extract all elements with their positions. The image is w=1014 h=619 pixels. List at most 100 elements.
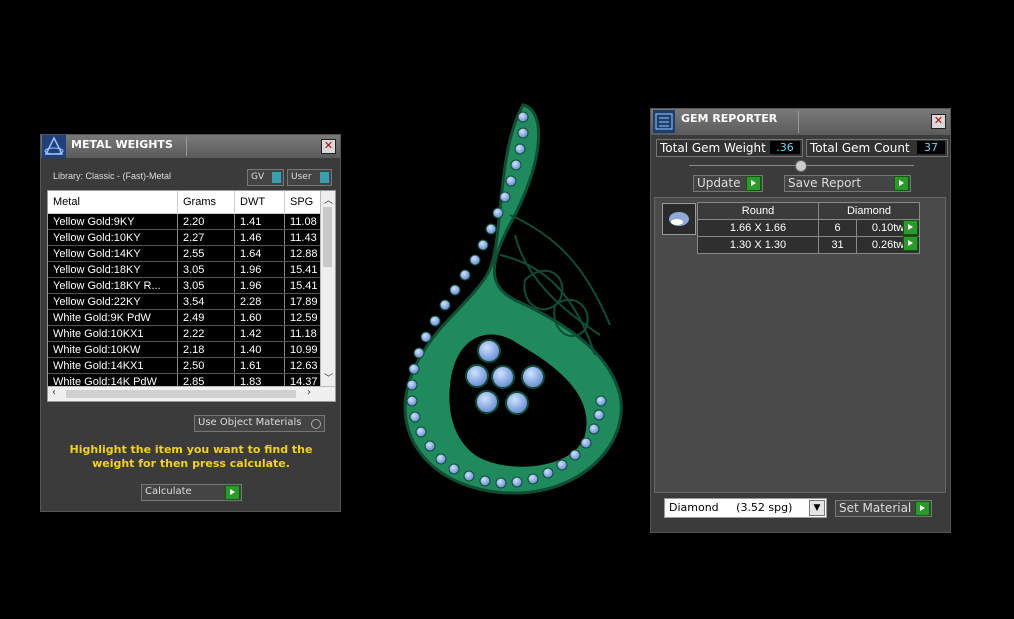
cell-dwt: 1.40 xyxy=(234,341,285,358)
total-gem-count-value: 37 xyxy=(917,141,945,154)
gem-report-table: Round Diamond 1.66 X 1.66 6 0.10tw 1.30 … xyxy=(697,202,920,254)
cell-grams: 2.27 xyxy=(177,229,235,246)
gem-table-header-row: Round Diamond xyxy=(697,202,920,220)
update-label: Update xyxy=(697,176,741,190)
scroll-right-icon[interactable]: › xyxy=(307,387,311,398)
total-gem-weight-label: Total Gem Weight xyxy=(660,141,766,155)
cell-metal: Yellow Gold:14KY xyxy=(48,245,178,262)
table-row[interactable]: Yellow Gold:9KY 2.20 1.41 11.08 xyxy=(48,213,326,230)
use-object-materials-toggle[interactable]: Use Object Materials xyxy=(194,415,325,432)
scroll-up-icon[interactable]: ︿ xyxy=(324,193,333,206)
cell-grams: 3.05 xyxy=(177,261,235,278)
column-header-metal[interactable]: Metal xyxy=(48,191,178,214)
table-row[interactable]: Yellow Gold:18KY 3.05 1.96 15.41 xyxy=(48,261,326,278)
pendant-render[interactable] xyxy=(395,95,640,505)
gem-reporter-panel: GEM REPORTER ✕ Total Gem Weight .36 Tota… xyxy=(650,108,951,533)
table-row[interactable]: White Gold:14KX1 2.50 1.61 12.63 xyxy=(48,357,326,374)
cell-grams: 2.50 xyxy=(177,357,235,374)
user-label: User xyxy=(291,172,312,182)
cell-metal: Yellow Gold:18KY xyxy=(48,261,178,278)
material-header: Diamond xyxy=(818,202,920,220)
calculate-go-icon[interactable] xyxy=(225,485,240,500)
update-button[interactable]: Update xyxy=(693,175,763,192)
metal-weights-panel: METAL WEIGHTS ✕ Library: Classic - (Fast… xyxy=(40,134,341,512)
scroll-down-icon[interactable]: ﹀ xyxy=(324,371,333,384)
calculate-label: Calculate xyxy=(145,486,192,497)
metal-weights-titlebar[interactable]: METAL WEIGHTS ✕ xyxy=(41,135,340,158)
gem-row-select-icon[interactable] xyxy=(903,220,918,235)
cell-grams: 2.49 xyxy=(177,309,235,326)
cell-metal: White Gold:9K PdW xyxy=(48,309,178,326)
gem-row-select-icon[interactable] xyxy=(903,236,918,251)
gem-row[interactable]: 1.66 X 1.66 6 0.10tw xyxy=(697,219,920,237)
gv-label: GV xyxy=(251,172,265,182)
gem-count: 6 xyxy=(817,219,858,237)
cell-dwt: 1.96 xyxy=(234,261,285,278)
cell-grams: 2.22 xyxy=(177,325,235,342)
total-gem-count-box: Total Gem Count 37 xyxy=(806,139,948,157)
cell-dwt: 1.96 xyxy=(234,277,285,294)
cell-metal: White Gold:14KX1 xyxy=(48,357,178,374)
set-material-button[interactable]: Set Material xyxy=(835,500,932,517)
save-report-label: Save Report xyxy=(788,176,862,190)
cell-dwt: 1.41 xyxy=(234,213,285,230)
total-gem-weight-value: .36 xyxy=(770,141,800,154)
gem-reporter-close-icon[interactable]: ✕ xyxy=(931,114,946,129)
total-gem-weight-box: Total Gem Weight .36 xyxy=(656,139,803,157)
titlebar-divider xyxy=(186,137,187,156)
table-row[interactable]: Yellow Gold:18KY R... 3.05 1.96 15.41 xyxy=(48,277,326,294)
vertical-scrollbar[interactable]: ︿ ﹀ xyxy=(320,191,335,386)
cell-dwt: 1.60 xyxy=(234,309,285,326)
column-header-dwt[interactable]: DWT xyxy=(234,191,285,214)
library-label: Library: Classic - (Fast)-Metal xyxy=(53,171,172,181)
cell-metal: White Gold:10KW xyxy=(48,341,178,358)
gem-count: 31 xyxy=(817,236,858,254)
column-header-grams[interactable]: Grams xyxy=(177,191,235,214)
gv-indicator-icon xyxy=(272,172,281,183)
vertical-scroll-thumb[interactable] xyxy=(323,207,332,267)
table-row[interactable]: Yellow Gold:14KY 2.55 1.64 12.88 xyxy=(48,245,326,262)
gem-reporter-titlebar[interactable]: GEM REPORTER ✕ xyxy=(651,109,950,135)
gem-weight-value: 0.10tw xyxy=(871,222,905,234)
splitter-handle-icon[interactable] xyxy=(795,160,807,172)
gem-weight-value: 0.26tw xyxy=(871,239,905,251)
radio-icon[interactable] xyxy=(311,419,321,429)
gem-reporter-title: GEM REPORTER xyxy=(681,112,778,125)
cell-dwt: 2.28 xyxy=(234,293,285,310)
table-row[interactable]: White Gold:10KW 2.18 1.40 10.99 xyxy=(48,341,326,358)
cell-metal: Yellow Gold:9KY xyxy=(48,213,178,230)
shape-header: Round xyxy=(697,202,819,220)
use-object-materials-label: Use Object Materials xyxy=(198,417,302,428)
save-report-go-icon[interactable] xyxy=(894,176,909,191)
gv-toggle[interactable]: GV xyxy=(247,169,284,186)
table-row[interactable]: White Gold:9K PdW 2.49 1.60 12.59 xyxy=(48,309,326,326)
cell-metal: Yellow Gold:18KY R... xyxy=(48,277,178,294)
update-go-icon[interactable] xyxy=(746,176,761,191)
table-row[interactable]: Yellow Gold:10KY 2.27 1.46 11.43 xyxy=(48,229,326,246)
set-material-label: Set Material xyxy=(839,501,912,515)
chevron-down-icon[interactable]: ▼ xyxy=(809,500,825,516)
user-toggle[interactable]: User xyxy=(287,169,332,186)
metal-weights-close-icon[interactable]: ✕ xyxy=(321,139,336,154)
gem-row[interactable]: 1.30 X 1.30 31 0.26tw xyxy=(697,236,920,254)
gem-reporter-logo-icon xyxy=(653,110,675,133)
scroll-left-icon[interactable]: ‹ xyxy=(52,387,56,398)
table-row[interactable]: Yellow Gold:22KY 3.54 2.28 17.89 xyxy=(48,293,326,310)
table-header-row: Metal Grams DWT SPG xyxy=(48,191,326,214)
save-report-button[interactable]: Save Report xyxy=(784,175,911,192)
metal-weights-title: METAL WEIGHTS xyxy=(71,138,173,151)
titlebar-divider xyxy=(798,111,799,133)
panel-splitter[interactable] xyxy=(689,160,914,172)
gem-list-area[interactable]: Round Diamond 1.66 X 1.66 6 0.10tw 1.30 … xyxy=(654,197,946,493)
total-gem-count-label: Total Gem Count xyxy=(810,141,910,155)
user-indicator-icon xyxy=(320,172,329,183)
cell-dwt: 1.46 xyxy=(234,229,285,246)
material-select-value: Diamond (3.52 spg) xyxy=(669,501,793,514)
horizontal-scrollbar[interactable]: ‹ › xyxy=(48,386,335,401)
table-row[interactable]: White Gold:10KX1 2.22 1.42 11.18 xyxy=(48,325,326,342)
material-select[interactable]: Diamond (3.52 spg) ▼ xyxy=(664,498,827,518)
calculate-button[interactable]: Calculate xyxy=(141,484,242,501)
horizontal-scroll-thumb[interactable] xyxy=(66,390,296,398)
metal-weights-table[interactable]: Metal Grams DWT SPG Yellow Gold:9KY 2.20 1… xyxy=(47,190,336,402)
set-material-go-icon[interactable] xyxy=(915,501,930,516)
